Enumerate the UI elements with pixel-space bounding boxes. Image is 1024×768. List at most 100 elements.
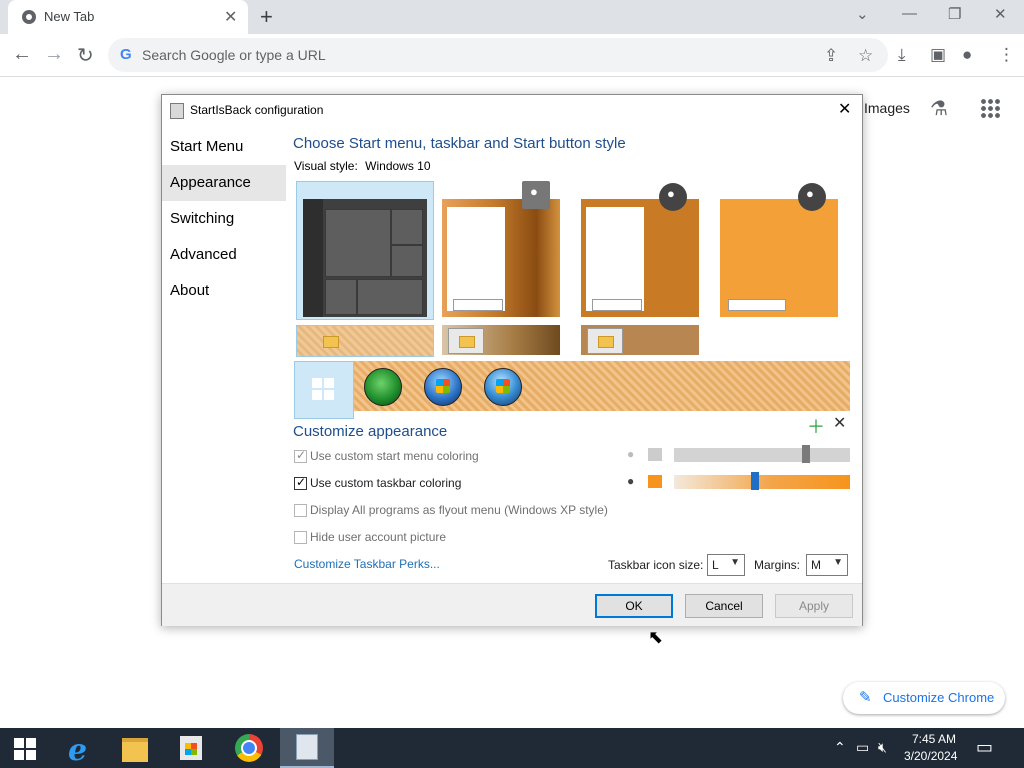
taskbar-style-1[interactable] — [296, 325, 434, 357]
images-link[interactable]: Images — [864, 100, 910, 116]
address-bar[interactable]: G Search Google or type a URL ⇪ ☆ — [108, 38, 888, 72]
customize-chrome-button[interactable]: ✎ Customize Chrome — [843, 682, 1005, 714]
check-icon: ✓ — [296, 448, 307, 462]
dialog-close-icon[interactable]: ✕ — [838, 99, 851, 119]
start-menu-color-swatch[interactable] — [648, 448, 662, 461]
customize-chrome-label: Customize Chrome — [883, 690, 995, 705]
visual-style-row: Visual style: Windows 10 — [294, 159, 431, 173]
nav-item-start-menu[interactable]: Start Menu — [162, 129, 286, 165]
ok-button[interactable]: OK — [595, 594, 673, 618]
remove-style-icon[interactable]: ✕ — [833, 413, 846, 433]
taskbar-color-swatch[interactable] — [648, 475, 662, 488]
cancel-button[interactable]: Cancel — [685, 594, 763, 618]
taskbar-style-3[interactable] — [581, 325, 699, 355]
nav-item-about[interactable]: About — [162, 273, 286, 309]
taskbar-startisback[interactable] — [280, 728, 334, 768]
google-apps-icon[interactable] — [980, 98, 1000, 118]
side-panel-icon[interactable]: ▣ — [930, 45, 946, 65]
style-tile-plain[interactable] — [720, 183, 838, 317]
taskbar-store[interactable] — [164, 728, 218, 768]
start-button-clover[interactable] — [364, 368, 402, 406]
taskbar-chrome[interactable] — [222, 728, 276, 768]
settings-nav: Start Menu Appearance Switching Advanced… — [162, 125, 286, 585]
nav-item-appearance[interactable]: Appearance — [162, 165, 286, 201]
start-button-vista-orb[interactable] — [484, 368, 522, 406]
customize-taskbar-perks-link[interactable]: Customize Taskbar Perks... — [294, 557, 440, 571]
new-tab-button[interactable]: + — [260, 4, 273, 30]
taskbar-transparency-drop-icon: ● — [627, 474, 635, 488]
tile-block — [391, 209, 423, 245]
slider-thumb[interactable] — [750, 472, 759, 490]
labs-flask-icon[interactable]: ⚗ — [930, 96, 948, 121]
margins-label: Margins: — [754, 558, 801, 572]
address-placeholder: Search Google or type a URL — [142, 47, 326, 63]
show-hidden-icons-chevron-icon[interactable]: ⌃ — [834, 739, 846, 756]
taskbar-internet-explorer[interactable]: e — [54, 728, 108, 768]
bookmark-star-icon[interactable]: ☆ — [858, 46, 873, 66]
profile-icon[interactable]: ● — [962, 45, 972, 65]
tile-block — [357, 279, 423, 315]
checkbox-label: Hide user account picture — [310, 530, 447, 544]
tab-title: New Tab — [44, 9, 95, 24]
close-tab-icon[interactable]: ✕ — [224, 7, 237, 27]
share-icon[interactable]: ⇪ — [824, 46, 838, 66]
tab-search-icon[interactable]: ⌄ — [856, 5, 869, 23]
internet-explorer-icon: e — [68, 733, 88, 768]
start-button-windows10[interactable] — [294, 361, 354, 419]
chevron-down-icon: ▼ — [730, 557, 740, 568]
tab-new-tab[interactable]: New Tab ✕ — [8, 0, 248, 34]
menu-search-box — [728, 299, 786, 311]
clock-time[interactable]: 7:45 AM — [912, 732, 956, 746]
minimize-icon[interactable]: — — [902, 5, 917, 22]
check-icon: ✓ — [296, 475, 307, 489]
margins-select[interactable]: M ▼ — [806, 554, 848, 576]
slider-thumb[interactable] — [802, 445, 810, 463]
dialog-titlebar[interactable]: StartIsBack configuration ✕ — [162, 95, 862, 125]
forward-icon[interactable]: → — [44, 43, 64, 66]
style-tile-windows8[interactable] — [581, 183, 699, 317]
reload-icon[interactable]: ↻ — [77, 43, 94, 68]
folder-icon — [313, 329, 347, 353]
menu-panel — [447, 207, 505, 311]
network-icon[interactable]: ▭ — [856, 739, 869, 756]
tile-block — [391, 245, 423, 277]
taskbar-file-explorer[interactable] — [108, 728, 162, 768]
menu-kebab-icon[interactable]: ⋮ — [998, 45, 1015, 65]
checkbox-box — [294, 504, 307, 517]
notifications-icon[interactable]: ▭ — [976, 737, 993, 758]
back-icon[interactable]: ← — [12, 43, 32, 66]
windows-logo-icon — [14, 738, 36, 760]
taskbar-icon-size-select[interactable]: L ▼ — [707, 554, 745, 576]
user-avatar-icon — [659, 183, 687, 211]
taskbar-style-2[interactable] — [442, 325, 560, 355]
restore-icon[interactable]: ❐ — [948, 5, 961, 23]
nav-item-switching[interactable]: Switching — [162, 201, 286, 237]
startisback-app-icon — [170, 103, 184, 119]
user-avatar-icon — [798, 183, 826, 211]
close-window-icon[interactable]: ✕ — [994, 5, 1007, 23]
nav-item-advanced[interactable]: Advanced — [162, 237, 286, 273]
add-style-icon[interactable]: ＋ — [807, 413, 825, 439]
tile-block — [325, 209, 391, 277]
apply-button[interactable]: Apply — [775, 594, 853, 618]
start-button-windows7-orb[interactable] — [424, 368, 462, 406]
visual-style-label: Visual style: — [294, 159, 358, 173]
startisback-app-icon — [296, 734, 318, 760]
windows-logo-icon — [312, 378, 334, 400]
start-button[interactable] — [0, 728, 54, 768]
win10-menu-sidebar — [303, 199, 323, 317]
clock-date[interactable]: 3/20/2024 — [904, 749, 957, 763]
style-tile-windows10[interactable] — [296, 181, 434, 320]
windows-taskbar: e ⌃ ▭ 🔇︎ 7:45 AM 3/20/2024 ▭ — [0, 728, 1024, 768]
taskbar-color-slider[interactable] — [674, 472, 850, 490]
browser-toolbar: ← → ↻ G Search Google or type a URL ⇪ ☆ … — [0, 34, 1024, 77]
folder-icon — [587, 328, 623, 354]
volume-muted-icon[interactable]: 🔇︎ — [878, 739, 887, 756]
style-section-title: Choose Start menu, taskbar and Start but… — [293, 135, 626, 152]
style-tile-windows7[interactable] — [442, 181, 560, 317]
menu-search-box — [453, 299, 503, 311]
user-picture-icon — [522, 181, 550, 209]
start-menu-color-slider[interactable] — [674, 445, 850, 463]
download-icon[interactable]: ⤓ — [898, 45, 906, 65]
folder-icon — [448, 328, 484, 354]
